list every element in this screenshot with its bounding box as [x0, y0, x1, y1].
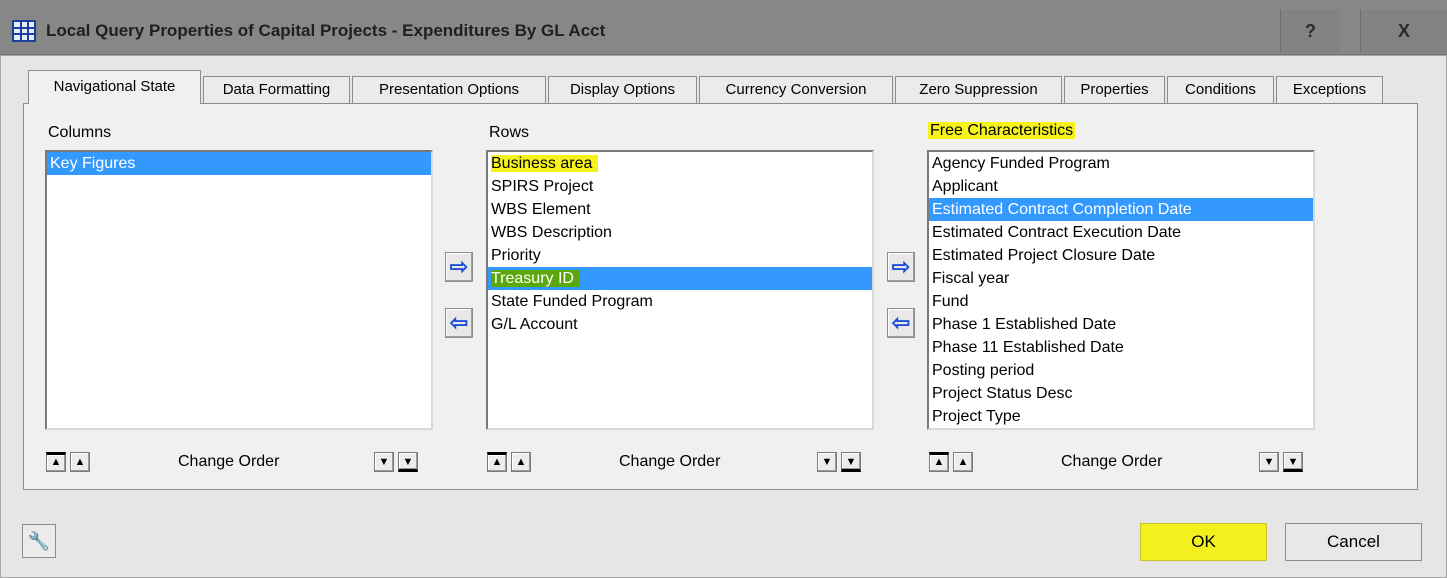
tab-currency-conversion[interactable]: Currency Conversion	[699, 76, 893, 103]
list-item[interactable]: G/L Account	[488, 313, 872, 336]
wrench-settings-icon: 🔧	[27, 531, 51, 551]
grid-table-icon	[12, 20, 36, 42]
list-item[interactable]: Fiscal year	[929, 267, 1313, 290]
move-bottom-icon[interactable]: ▼	[1283, 452, 1303, 472]
columns-list[interactable]: Key Figures	[45, 150, 433, 430]
list-item[interactable]: Phase 1 Established Date	[929, 313, 1313, 336]
list-item-selected[interactable]: Estimated Contract Completion Date	[929, 198, 1313, 221]
move-up-icon[interactable]: ▲	[511, 452, 531, 472]
move-bottom-icon[interactable]: ▼	[398, 452, 418, 472]
move-bottom-icon[interactable]: ▼	[841, 452, 861, 472]
list-item[interactable]: Estimated Contract Execution Date	[929, 221, 1313, 244]
list-item[interactable]: Business area	[488, 152, 872, 175]
move-down-icon[interactable]: ▼	[1259, 452, 1279, 472]
move-top-icon[interactable]: ▲	[46, 452, 66, 472]
free-characteristics-list[interactable]: Agency Funded Program Applicant Estimate…	[927, 150, 1315, 430]
free-characteristics-label: Free Characteristics	[928, 122, 1076, 139]
change-order-label: Change Order	[1061, 453, 1163, 470]
change-order-label: Change Order	[619, 453, 721, 470]
tab-presentation-options[interactable]: Presentation Options	[352, 76, 546, 103]
ok-button[interactable]: OK	[1140, 523, 1267, 561]
move-left-arrow-icon[interactable]: ⇦	[887, 308, 915, 338]
cancel-button[interactable]: Cancel	[1285, 523, 1422, 561]
move-right-arrow-icon[interactable]: ⇨	[445, 252, 473, 282]
list-item[interactable]: Posting period	[929, 359, 1313, 382]
rows-list[interactable]: Business area SPIRS Project WBS Element …	[486, 150, 874, 430]
move-right-arrow-icon[interactable]: ⇨	[887, 252, 915, 282]
list-item[interactable]: Agency Funded Program	[929, 152, 1313, 175]
help-button[interactable]: ?	[1280, 10, 1340, 52]
rows-label: Rows	[489, 124, 530, 141]
tab-data-formatting[interactable]: Data Formatting	[203, 76, 350, 103]
list-item-selected[interactable]: Treasury ID	[488, 267, 872, 290]
list-item[interactable]: SPIRS Project	[488, 175, 872, 198]
move-top-icon[interactable]: ▲	[929, 452, 949, 472]
list-item[interactable]: Applicant	[929, 175, 1313, 198]
list-item[interactable]: Project Status Desc	[929, 382, 1313, 405]
list-item[interactable]: WBS Description	[488, 221, 872, 244]
tab-navigational-state[interactable]: Navigational State	[28, 70, 201, 104]
change-order-label: Change Order	[178, 453, 280, 470]
list-item[interactable]: State Funded Program	[488, 290, 872, 313]
list-item[interactable]: Priority	[488, 244, 872, 267]
window-title: Local Query Properties of Capital Projec…	[46, 21, 606, 40]
move-up-icon[interactable]: ▲	[953, 452, 973, 472]
tab-properties[interactable]: Properties	[1064, 76, 1165, 103]
list-item[interactable]: Project Type	[929, 405, 1313, 428]
tab-conditions[interactable]: Conditions	[1167, 76, 1274, 103]
tab-display-options[interactable]: Display Options	[548, 76, 697, 103]
tab-exceptions[interactable]: Exceptions	[1276, 76, 1383, 103]
tab-zero-suppression[interactable]: Zero Suppression	[895, 76, 1062, 103]
list-item[interactable]: Fund	[929, 290, 1313, 313]
move-top-icon[interactable]: ▲	[487, 452, 507, 472]
move-left-arrow-icon[interactable]: ⇦	[445, 308, 473, 338]
list-item[interactable]: Phase 11 Established Date	[929, 336, 1313, 359]
move-up-icon[interactable]: ▲	[70, 452, 90, 472]
list-item[interactable]: WBS Element	[488, 198, 872, 221]
move-down-icon[interactable]: ▼	[817, 452, 837, 472]
columns-label: Columns	[48, 124, 112, 141]
list-item[interactable]: Estimated Project Closure Date	[929, 244, 1313, 267]
move-down-icon[interactable]: ▼	[374, 452, 394, 472]
settings-tool-button[interactable]: 🔧	[22, 524, 56, 558]
close-button[interactable]: X	[1360, 10, 1447, 52]
list-item[interactable]: Key Figures	[47, 152, 431, 175]
